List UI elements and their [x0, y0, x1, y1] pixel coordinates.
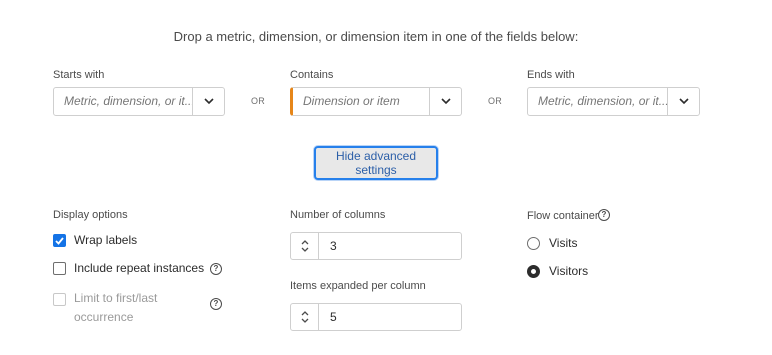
wrap-labels-text: Wrap labels — [74, 233, 138, 247]
or-separator: OR — [488, 96, 503, 106]
items-expanded-label: Items expanded per column — [290, 280, 426, 292]
ends-with-combobox[interactable]: Metric, dimension, or it... — [527, 87, 700, 116]
radio-visitors[interactable]: Visitors — [527, 264, 588, 278]
chevron-down-icon[interactable] — [429, 88, 461, 115]
help-icon[interactable]: ? — [210, 263, 222, 275]
contains-placeholder[interactable]: Dimension or item — [293, 88, 429, 115]
items-expanded-value[interactable]: 5 — [319, 304, 337, 330]
chevron-down-icon[interactable] — [192, 88, 224, 115]
help-icon[interactable]: ? — [210, 298, 222, 310]
checkmark-icon — [55, 236, 64, 245]
include-repeat-option[interactable]: Include repeat instances — [53, 261, 204, 275]
ends-with-placeholder[interactable]: Metric, dimension, or it... — [528, 88, 667, 115]
display-options-label: Display options — [53, 209, 128, 221]
ends-with-label: Ends with — [527, 69, 575, 81]
chevron-down-icon — [301, 247, 308, 252]
starts-with-label: Starts with — [53, 69, 105, 81]
wrap-labels-checkbox[interactable] — [53, 234, 66, 247]
chevron-up-icon — [301, 311, 308, 316]
radio-visits[interactable]: Visits — [527, 236, 577, 250]
or-separator: OR — [251, 96, 266, 106]
wrap-labels-option[interactable]: Wrap labels — [53, 233, 137, 247]
starts-with-placeholder[interactable]: Metric, dimension, or it... — [54, 88, 192, 115]
hide-advanced-settings-button[interactable]: Hide advanced settings — [314, 146, 438, 180]
radio-visits-control[interactable] — [527, 236, 540, 250]
limit-first-last-text-line2: occurrence — [74, 310, 134, 324]
stepper-arrows[interactable] — [291, 233, 319, 259]
contains-combobox[interactable]: Dimension or item — [290, 87, 462, 116]
chevron-down-icon[interactable] — [667, 88, 699, 115]
help-icon[interactable]: ? — [598, 209, 610, 221]
chevron-up-icon — [301, 240, 308, 245]
include-repeat-checkbox[interactable] — [53, 262, 66, 275]
chevron-down-icon — [301, 318, 308, 323]
limit-first-last-text-line1: Limit to first/last — [74, 291, 158, 305]
flow-container-label: Flow container — [527, 210, 599, 222]
limit-first-last-checkbox[interactable] — [53, 293, 66, 306]
items-expanded-stepper[interactable]: 5 — [290, 303, 462, 331]
starts-with-combobox[interactable]: Metric, dimension, or it... — [53, 87, 225, 116]
number-of-columns-label: Number of columns — [290, 209, 386, 221]
include-repeat-text: Include repeat instances — [74, 261, 205, 275]
limit-first-last-option[interactable]: Limit to first/last occurrence — [53, 289, 157, 327]
radio-visitors-control[interactable] — [527, 264, 540, 278]
contains-label: Contains — [290, 69, 334, 81]
radio-visitors-label: Visitors — [549, 264, 589, 278]
stepper-arrows[interactable] — [291, 304, 319, 330]
number-of-columns-value[interactable]: 3 — [319, 233, 337, 259]
radio-visits-label: Visits — [549, 236, 578, 250]
instruction-text: Drop a metric, dimension, or dimension i… — [173, 29, 579, 44]
number-of-columns-stepper[interactable]: 3 — [290, 232, 462, 260]
